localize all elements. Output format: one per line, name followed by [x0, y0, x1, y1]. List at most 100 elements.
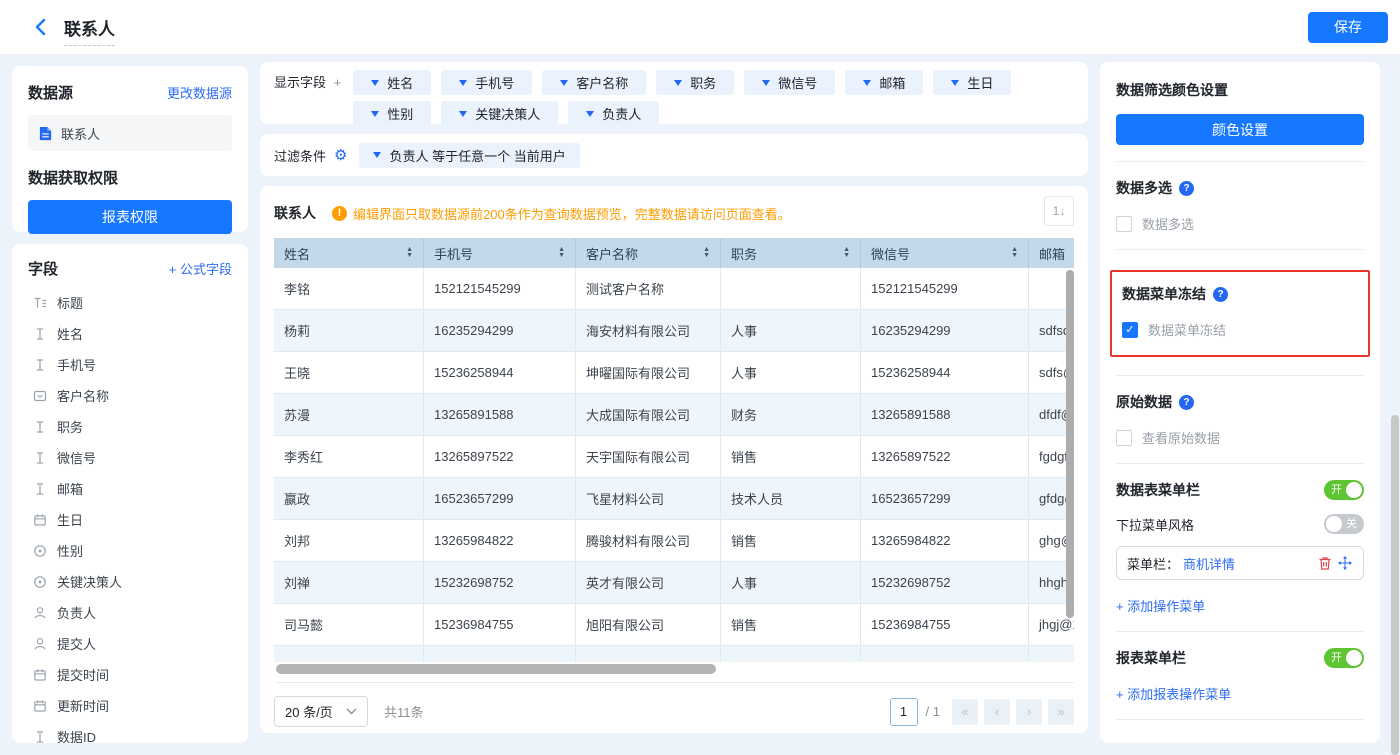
table-row[interactable]: 刘邦13265984822腾骏材料有限公司销售13265984822ghg@16 — [274, 520, 1074, 562]
menu-freeze-checkbox-row[interactable]: ✓ 数据菜单冻结 — [1122, 320, 1358, 339]
field-item[interactable]: 提交人 — [28, 628, 232, 659]
add-display-field-button[interactable]: + — [334, 75, 342, 90]
field-item[interactable]: 提交时间 — [28, 659, 232, 690]
table-row[interactable]: 李秀红13265897522天宇国际有限公司销售13265897522fgdgf… — [274, 436, 1074, 478]
multi-select-checkbox-row[interactable]: 数据多选 — [1116, 214, 1364, 233]
display-field-chip[interactable]: 手机号 — [441, 70, 532, 95]
sort-carets-icon[interactable]: ▲▼ — [558, 247, 565, 259]
menu-item-value[interactable]: 商机详情 — [1183, 554, 1235, 573]
help-icon[interactable]: ? — [1213, 287, 1228, 302]
table-row[interactable]: 李铭152121545299测试客户名称152121545299 — [274, 268, 1074, 310]
menu-item-row[interactable]: 菜单栏： 商机详情 — [1116, 546, 1364, 580]
last-page-icon[interactable]: » — [1048, 699, 1074, 725]
field-item-label: 数据ID — [57, 727, 96, 743]
gear-icon[interactable]: ⚙ — [334, 146, 347, 164]
table-header-cell[interactable]: 客户名称▲▼ — [576, 238, 721, 268]
field-item[interactable]: 性别 — [28, 535, 232, 566]
table-cell — [721, 646, 861, 662]
add-formula-field-link[interactable]: + 公式字段 — [169, 259, 232, 278]
move-icon[interactable] — [1337, 555, 1353, 571]
table-cell: 大成国际有限公司 — [576, 394, 721, 436]
filter-condition-chip[interactable]: 负责人 等于任意一个 当前用户 — [359, 143, 579, 168]
raw-data-checkbox-row[interactable]: 查看原始数据 — [1116, 428, 1364, 447]
report-menu-section: 报表菜单栏 开 + 添加报表操作菜单 — [1116, 632, 1364, 720]
display-field-chip-label: 姓名 — [387, 73, 413, 92]
table-header-cell[interactable]: 职务▲▼ — [721, 238, 861, 268]
field-item[interactable]: 数据ID — [28, 721, 232, 743]
table-row[interactable]: 刘禅15232698752英才有限公司人事15232698752hhgh@ — [274, 562, 1074, 604]
help-icon[interactable]: ? — [1179, 395, 1194, 410]
window-scrollbar[interactable] — [1391, 415, 1399, 755]
display-field-chip[interactable]: 负责人 — [568, 101, 659, 126]
color-settings-button[interactable]: 颜色设置 — [1116, 114, 1364, 145]
table-row[interactable]: 苏漫13265891588大成国际有限公司财务13265891588dfdf@1 — [274, 394, 1074, 436]
display-field-chip[interactable]: 职务 — [656, 70, 734, 95]
raw-data-title: 原始数据 — [1116, 392, 1172, 412]
field-item[interactable]: 生日 — [28, 504, 232, 535]
table-row[interactable]: 王晓15236258944坤曜国际有限公司人事15236258944sdfs@1 — [274, 352, 1074, 394]
field-item[interactable]: 微信号 — [28, 442, 232, 473]
chevron-down-icon — [371, 80, 379, 86]
raw-data-section: 原始数据 ? 查看原始数据 — [1116, 376, 1364, 464]
add-report-menu-link[interactable]: + 添加报表操作菜单 — [1116, 684, 1231, 703]
page-number-input[interactable]: 1 — [890, 698, 918, 726]
display-chip-list: 姓名 手机号客户名称职务微信号 邮箱 生日性别关键决策人负责人 — [353, 70, 1074, 126]
table-horizontal-scrollbar[interactable] — [274, 664, 1074, 674]
table-row[interactable]: 杨莉16235294299海安材料有限公司人事16235294299sdfsd@ — [274, 310, 1074, 352]
field-item[interactable]: 更新时间 — [28, 690, 232, 721]
sort-carets-icon[interactable]: ▲▼ — [843, 247, 850, 259]
save-button[interactable]: 保存 — [1308, 12, 1388, 43]
sort-carets-icon[interactable]: ▲▼ — [703, 247, 710, 259]
raw-data-checkbox[interactable] — [1116, 430, 1132, 446]
change-datasource-link[interactable]: 更改数据源 — [167, 83, 232, 102]
table-row[interactable] — [274, 646, 1074, 662]
table-cell: 16235294299 — [861, 310, 1029, 352]
datasource-item[interactable]: 联系人 — [28, 115, 232, 151]
display-field-chip-label: 邮箱 — [879, 73, 905, 92]
table-menu-toggle[interactable]: 开 — [1324, 480, 1364, 500]
field-item-label: 更新时间 — [57, 696, 109, 715]
dropdown-style-toggle[interactable]: 关 — [1324, 514, 1364, 534]
field-item[interactable]: 标题 — [28, 287, 232, 318]
next-page-icon[interactable]: › — [1016, 699, 1042, 725]
table-header-cell[interactable]: 微信号▲▼ — [861, 238, 1029, 268]
report-menu-toggle[interactable]: 开 — [1324, 648, 1364, 668]
field-item[interactable]: 邮箱 — [28, 473, 232, 504]
sort-order-icon[interactable]: 1↓ — [1044, 196, 1074, 226]
menu-freeze-checkbox-label: 数据菜单冻结 — [1148, 320, 1226, 339]
field-item[interactable]: 姓名 — [28, 318, 232, 349]
table-header-cell[interactable]: 手机号▲▼ — [424, 238, 576, 268]
menu-freeze-checkbox[interactable]: ✓ — [1122, 322, 1138, 338]
field-item[interactable]: 关键决策人 — [28, 566, 232, 597]
field-item[interactable]: 职务 — [28, 411, 232, 442]
display-field-chip[interactable]: 生日 — [933, 70, 1011, 95]
prev-page-icon[interactable]: ‹ — [984, 699, 1010, 725]
table-row[interactable]: 嬴政16523657299飞星材料公司技术人员16523657299gfdg@1 — [274, 478, 1074, 520]
display-field-chip[interactable]: 关键决策人 — [441, 101, 558, 126]
page-title[interactable]: 联系人 — [64, 15, 115, 46]
table-header-cell[interactable]: 邮箱▲▼ — [1029, 238, 1074, 268]
table-row[interactable]: 司马懿15236984755旭阳有限公司销售15236984755jhgj@16 — [274, 604, 1074, 646]
table-header-cell[interactable]: 姓名▲▼ — [274, 238, 424, 268]
help-icon[interactable]: ? — [1179, 181, 1194, 196]
display-field-chip[interactable]: 微信号 — [744, 70, 835, 95]
field-item[interactable]: 手机号 — [28, 349, 232, 380]
add-action-menu-link[interactable]: + 添加操作菜单 — [1116, 596, 1205, 615]
sort-carets-icon[interactable]: ▲▼ — [406, 247, 413, 259]
trash-icon[interactable] — [1317, 555, 1333, 571]
display-field-chip[interactable]: 性别 — [353, 101, 431, 126]
page-size-select[interactable]: 20 条/页 — [274, 696, 368, 727]
sort-carets-icon[interactable]: ▲▼ — [1011, 247, 1018, 259]
display-field-chip[interactable]: 客户名称 — [542, 70, 646, 95]
back-icon[interactable] — [30, 16, 52, 38]
multi-select-checkbox[interactable] — [1116, 216, 1132, 232]
display-field-chip[interactable]: 姓名 — [353, 70, 431, 95]
table-cell: 旭阳有限公司 — [576, 604, 721, 646]
field-item[interactable]: 负责人 — [28, 597, 232, 628]
field-item[interactable]: 客户名称 — [28, 380, 232, 411]
report-permission-button[interactable]: 报表权限 — [28, 200, 232, 234]
table-vertical-scrollbar[interactable] — [1066, 270, 1074, 660]
display-field-chip[interactable]: 邮箱 — [845, 70, 923, 95]
first-page-icon[interactable]: « — [952, 699, 978, 725]
chevron-down-icon — [560, 80, 568, 86]
